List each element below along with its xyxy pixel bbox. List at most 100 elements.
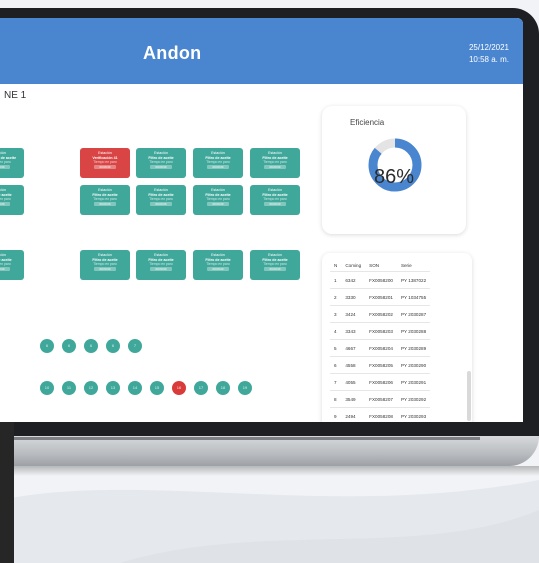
station-card[interactable]: EstaciónFiltro de aceiteTiempo en paro00…	[250, 250, 300, 280]
station-card-timer: 00:00:00	[150, 267, 172, 272]
app-header: Andon 25/12/2021 10:58 a. m.	[0, 18, 523, 84]
table-cell: FX0058203	[365, 322, 397, 340]
station-card-title: Estación	[98, 151, 112, 155]
table-body: 1 6342 FX0058200 PY 1387022 2 3330 FX0058201 PY…	[330, 271, 431, 422]
table-row[interactable]: 6 4558 FX0058205 PY 2030290	[330, 356, 431, 374]
table-cell: 8	[330, 390, 342, 408]
efficiency-card: Eficiencia 86%	[322, 106, 466, 234]
table-row[interactable]: 8 3549 FX0058207 PY 2030292	[330, 390, 431, 408]
station-card[interactable]: Estación Verificación 41 Tiempo en paro 00:…	[80, 148, 130, 178]
table-cell: PY 2030293	[396, 407, 431, 422]
status-dot[interactable]: 13	[106, 381, 120, 395]
table-cell: PY 1034755	[396, 288, 431, 306]
table-row[interactable]: 5 4667 FX0058204 PY 2030289	[330, 339, 431, 357]
table-cell: 9	[330, 407, 342, 422]
table-cell: PY 2030289	[396, 339, 431, 357]
station-card[interactable]: EstaciónFiltro de aceiteTiempo en paro00…	[193, 250, 243, 280]
station-card-timer: 00:00:00	[94, 202, 116, 207]
status-dot[interactable]: 11	[62, 381, 76, 395]
table-cell: 7	[330, 373, 342, 391]
station-card-timer: 00:00:00	[94, 165, 116, 170]
table-cell: FX0058202	[365, 305, 397, 323]
table-cell: 3330	[341, 288, 366, 306]
station-card-sub: Tiempo en paro	[0, 160, 11, 164]
table-scrollbar[interactable]	[467, 371, 471, 421]
station-card[interactable]: EstaciónFiltro de aceiteTiempo en paro00…	[0, 250, 24, 280]
station-card-title: Estación	[154, 151, 168, 155]
station-card[interactable]: EstaciónFiltro de aceiteTiempo en paro00…	[193, 185, 243, 215]
table-row[interactable]: 3 3424 FX0058202 PY 2030287	[330, 305, 431, 323]
status-dot[interactable]: 18	[216, 381, 230, 395]
table-row[interactable]: 4 3343 FX0058203 PY 2030288	[330, 322, 431, 340]
table-row[interactable]: 2 3330 FX0058201 PY 1034755	[330, 288, 431, 306]
status-dot[interactable]: 6	[84, 339, 98, 353]
station-card[interactable]: EstaciónFiltro de aceiteTiempo en paro00…	[136, 185, 186, 215]
station-card-sub: Tiempo en paro	[263, 262, 287, 266]
station-card-title: Estación	[268, 151, 282, 155]
station-card-timer: 00:00:00	[94, 267, 116, 272]
station-card-title: Estación	[211, 151, 225, 155]
table-cell: PY 2030287	[396, 305, 431, 323]
station-card-title: Estación	[268, 188, 282, 192]
station-card-sub: Tiempo en paro	[149, 160, 173, 164]
laptop-shadow	[0, 466, 539, 476]
station-card-sub: Tiempo en paro	[263, 197, 287, 201]
table-row[interactable]: 1 6342 FX0058200 PY 1387022	[330, 271, 431, 289]
table-row[interactable]: 9 2494 FX0058208 PY 2030293	[330, 407, 431, 422]
status-dot[interactable]: 16	[172, 381, 186, 395]
status-dot[interactable]: 10	[40, 381, 54, 395]
station-card-sub: Tiempo en paro	[93, 160, 117, 164]
table-cell: FX0058205	[365, 356, 397, 374]
table-cell: FX0058204	[365, 339, 397, 357]
table-cell: 1	[330, 271, 342, 289]
status-dot[interactable]: 14	[128, 381, 142, 395]
status-dot[interactable]: 6	[40, 339, 54, 353]
status-dot[interactable]: 15	[150, 381, 164, 395]
order-table: N Coming SON Serie 1 6342 FX0058200 PY 1387022…	[322, 253, 472, 422]
station-card-sub: Tiempo en paro	[206, 160, 230, 164]
station-card-sub: Tiempo en paro	[93, 262, 117, 266]
station-card-sub: Tiempo en paro	[149, 262, 173, 266]
table-cell: 3549	[341, 390, 366, 408]
station-card[interactable]: EstaciónFiltro de aceiteTiempo en paro00…	[136, 148, 186, 178]
table-header-cell: SON	[369, 262, 380, 268]
station-card-sub: Tiempo en paro	[263, 160, 287, 164]
station-card[interactable]: EstaciónFiltro de aceiteTiempo en paro00…	[80, 185, 130, 215]
station-card-timer: 00:00:00	[264, 202, 286, 207]
station-card-timer: 00:00:00	[207, 202, 229, 207]
station-card-timer: 00:00:00	[150, 165, 172, 170]
station-card-title: Estación	[98, 253, 112, 257]
table-cell: FX0058201	[365, 288, 397, 306]
table-cell: 4558	[341, 356, 366, 374]
status-dot[interactable]: 19	[238, 381, 252, 395]
station-card[interactable]: EstaciónFiltro de aceiteTiempo en paro00…	[250, 148, 300, 178]
station-card[interactable]: EstaciónSeparador de aceiteTiempo en par…	[0, 148, 24, 178]
station-card-title: Estación	[211, 253, 225, 257]
line-label: NE 1	[4, 90, 27, 101]
station-card-timer: 00:00:00	[207, 267, 229, 272]
status-dot[interactable]: 7	[128, 339, 142, 353]
station-card-title: Estación	[0, 151, 6, 155]
status-dot[interactable]: 6	[62, 339, 76, 353]
station-card-timer: 00:00:00	[264, 267, 286, 272]
station-card[interactable]: EstaciónFiltro de aceiteTiempo en paro00…	[0, 185, 24, 215]
status-dot[interactable]: 17	[194, 381, 208, 395]
laptop-base	[0, 436, 539, 466]
efficiency-value: 86%	[373, 166, 415, 188]
table-header-cell: Serie	[400, 262, 412, 268]
station-card[interactable]: EstaciónFiltro de aceiteTiempo en paro00…	[80, 250, 130, 280]
status-dot[interactable]: 6	[106, 339, 120, 353]
station-card-timer: 00:00:00	[0, 165, 10, 170]
station-card[interactable]: EstaciónFiltro de aceiteTiempo en paro00…	[136, 250, 186, 280]
station-card[interactable]: EstaciónFiltro de aceiteTiempo en paro00…	[193, 148, 243, 178]
table-cell: 3343	[341, 322, 366, 340]
efficiency-title: Eficiencia	[350, 118, 385, 127]
station-card-title: Estación	[0, 188, 6, 192]
table-cell: 5	[330, 339, 342, 357]
station-card-timer: 00:00:00	[264, 165, 286, 170]
status-dot[interactable]: 12	[84, 381, 98, 395]
table-cell: PY 2030290	[396, 356, 431, 374]
station-card[interactable]: EstaciónFiltro de aceiteTiempo en paro00…	[250, 185, 300, 215]
table-row[interactable]: 7 4055 FX0058206 PY 2030291	[330, 373, 431, 391]
laptop-hinge	[0, 437, 480, 440]
